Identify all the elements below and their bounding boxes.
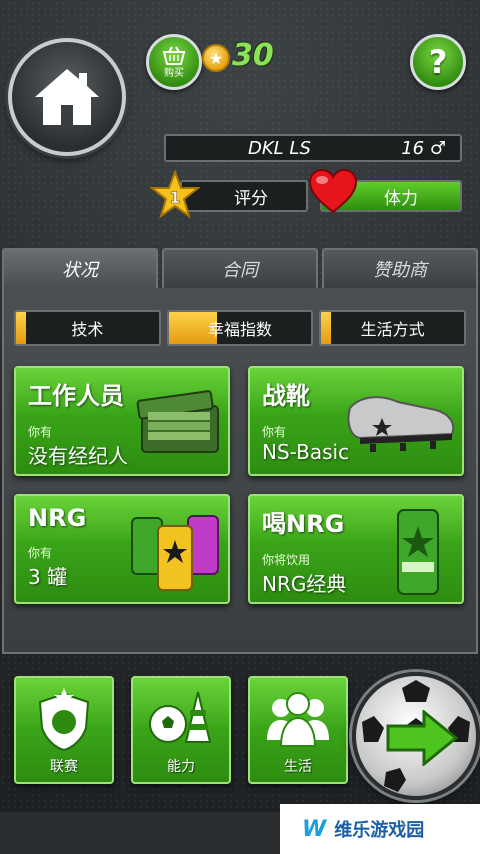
life-label: 生活 (284, 759, 312, 775)
drink-nrg-card-sub: 你将饮用 (262, 553, 311, 567)
watermark-text: 维乐游戏园 (334, 820, 425, 841)
next-button[interactable] (352, 672, 480, 800)
substat-skill-label: 技术 (71, 320, 104, 339)
coin-icon: ★ (202, 44, 230, 72)
tab-bar: 状况 合同 赞助商 (2, 248, 478, 288)
tab-sponsor[interactable]: 赞助商 (322, 248, 478, 288)
boots-card[interactable]: 战靴 你有 NS-Basic (248, 366, 464, 476)
home-button[interactable] (8, 38, 126, 156)
rating-label: 评分 (234, 188, 268, 209)
substat-happiness-label: 幸福指数 (208, 320, 273, 339)
watermark-logo: W (302, 816, 327, 842)
shop-label: 购买 (164, 67, 184, 79)
shop-button[interactable]: 购买 (146, 34, 202, 90)
staff-card-sub: 你有 (28, 425, 53, 439)
substat-lifestyle-label: 生活方式 (360, 320, 425, 339)
level-star-icon: 1 (150, 170, 200, 219)
nrg-card[interactable]: NRG 你有 3 罐 (14, 494, 230, 604)
player-info-bar: DKL LS 16 ♂ (164, 134, 462, 162)
nrg-card-sub: 你有 (28, 546, 53, 560)
watermark: W 维乐游戏园 (280, 804, 480, 854)
ability-label: 能力 (167, 759, 195, 775)
league-shield-icon (38, 688, 90, 752)
player-age: 16 (401, 137, 425, 159)
substat-lifestyle-fill (321, 312, 332, 344)
drink-nrg-card-value: NRG经典 (262, 572, 347, 596)
level-number: 1 (169, 188, 180, 207)
tab-contract-label: 合同 (222, 260, 258, 281)
substat-skill: 技术 (14, 310, 161, 346)
substat-bars: 技术 幸福指数 生活方式 (14, 310, 467, 346)
life-button[interactable]: 生活 (248, 676, 348, 784)
basket-icon (162, 45, 186, 65)
tab-sponsor-label: 赞助商 (373, 260, 427, 281)
player-name: DKL LS (248, 137, 311, 159)
substat-skill-fill (16, 312, 26, 344)
league-button[interactable]: 联赛 (14, 676, 114, 784)
staff-card[interactable]: 工作人员 你有 没有经纪人 (14, 366, 230, 476)
tab-contract[interactable]: 合同 (162, 248, 318, 288)
coin-count: 30 (232, 38, 274, 73)
arrow-right-icon (386, 710, 458, 766)
boots-card-value: NS-Basic (262, 440, 350, 464)
boots-card-sub: 你有 (262, 425, 287, 439)
player-age-group: 16 ♂ (401, 138, 446, 159)
staff-card-value: 没有经纪人 (28, 444, 128, 468)
nrg-card-value: 3 罐 (28, 565, 68, 589)
home-icon (35, 69, 99, 125)
tab-status[interactable]: 状况 (2, 248, 158, 288)
league-label: 联赛 (50, 759, 78, 775)
drink-nrg-card[interactable]: 喝NRG 你将饮用 NRG经典 (248, 494, 464, 604)
boots-card-title: 战靴 (262, 382, 310, 410)
drink-nrg-card-title: 喝NRG (262, 510, 345, 538)
help-icon: ? (428, 43, 448, 81)
nrg-card-title: NRG (28, 504, 87, 532)
people-icon (267, 692, 329, 747)
substat-lifestyle: 生活方式 (319, 310, 467, 346)
male-gender-icon: ♂ (429, 137, 446, 159)
substat-happiness: 幸福指数 (166, 310, 314, 346)
energy-label: 体力 (384, 188, 418, 209)
ability-button[interactable]: 能力 (131, 676, 231, 784)
tab-status-label: 状况 (62, 260, 98, 281)
help-button[interactable]: ? (410, 34, 466, 90)
staff-card-title: 工作人员 (28, 382, 124, 410)
training-ball-cone-icon (149, 691, 212, 743)
heart-icon (308, 168, 358, 214)
